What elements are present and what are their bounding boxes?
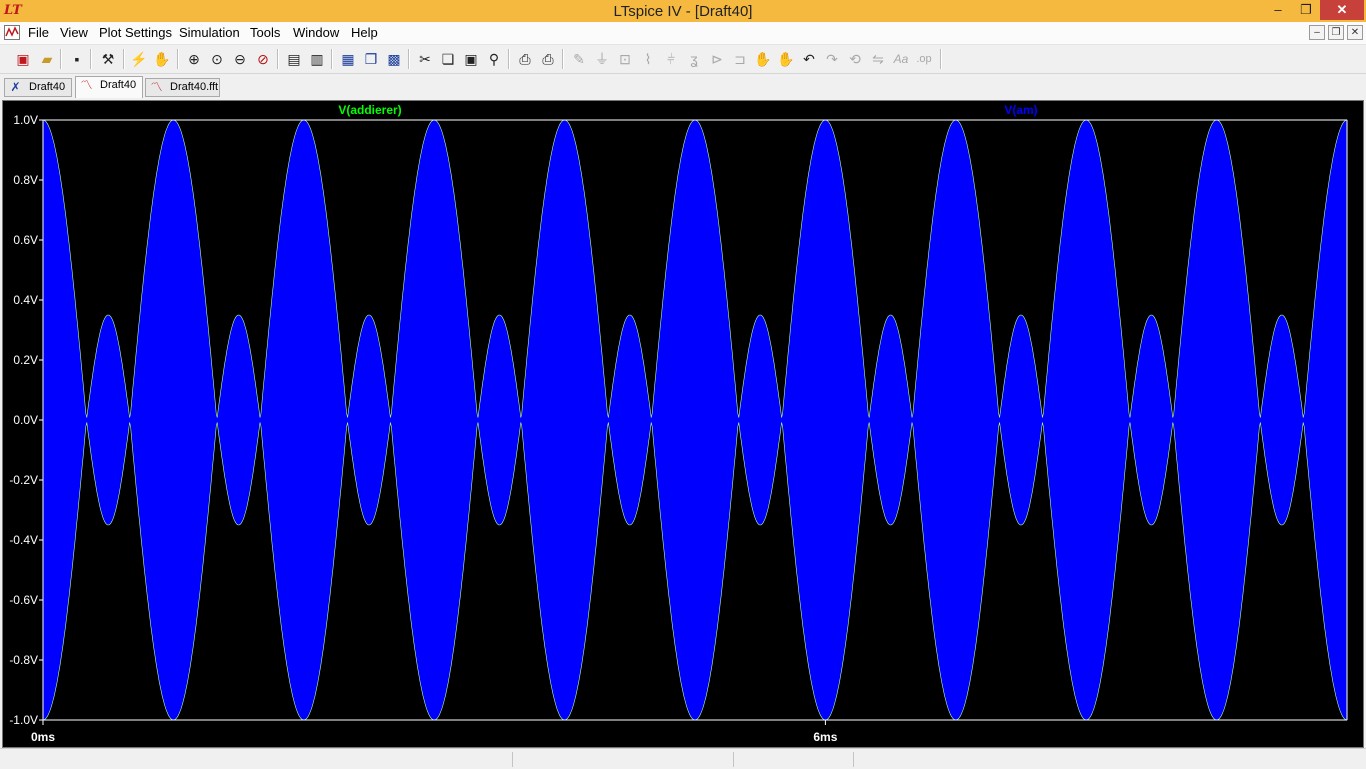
tab-label: Draft40	[100, 79, 137, 91]
menu-plot-settings[interactable]: Plot Settings	[99, 25, 172, 40]
trace-label-addierer[interactable]: V(addierer)	[338, 103, 401, 117]
y-tick-label: -0.2V	[9, 473, 38, 487]
capacitor-icon[interactable]: ⫩	[662, 50, 680, 68]
x-tick-label: 6ms	[813, 730, 837, 744]
print-icon[interactable]: ⎙	[539, 50, 557, 68]
cut-icon[interactable]: ✂	[416, 50, 434, 68]
plot-canvas[interactable]: 1.0V 0.8V 0.6V 0.4V 0.2V 0.0V -0.2V -0.4V -0.6V -…	[3, 101, 1363, 747]
drag-icon[interactable]: ✋	[777, 50, 795, 68]
menu-view[interactable]: View	[60, 25, 88, 40]
resistor-icon[interactable]: ⌇	[639, 50, 657, 68]
redo-icon[interactable]: ↷	[823, 50, 841, 68]
halt-icon[interactable]: ✋	[153, 50, 171, 68]
toolbar: ▣ ▰ ▪ ⚒ ⚡ ✋ ⊕ ⊙ ⊖ ⊘ ▤ ▥ ▦ ❐ ▩ ✂ ❏ ▣ ⚲ ⎙ …	[0, 45, 1366, 74]
inductor-icon[interactable]: ʓ	[685, 50, 703, 68]
find-icon[interactable]: ⚲	[485, 50, 503, 68]
menu-tools[interactable]: Tools	[250, 25, 280, 40]
text-icon[interactable]: Aa	[892, 50, 910, 68]
title-bar: LT LTspice IV - [Draft40] – ❐ ✕	[0, 0, 1366, 22]
tab-label: Draft40	[29, 81, 66, 93]
window-title: LTspice IV - [Draft40]	[613, 3, 753, 20]
waveform-plot[interactable]: 1.0V 0.8V 0.6V 0.4V 0.2V 0.0V -0.2V -0.4V -0.6V -…	[2, 100, 1364, 748]
window-minimize-button[interactable]: –	[1264, 0, 1292, 20]
run-icon[interactable]: ⚡	[130, 50, 148, 68]
menu-help[interactable]: Help	[351, 25, 378, 40]
tab-draft40-waveform[interactable]: 〽 Draft40	[75, 76, 143, 98]
window-restore-button[interactable]: ❐	[1292, 0, 1320, 20]
schematic-tab-icon: ✗	[10, 80, 21, 94]
status-pane	[733, 752, 764, 767]
fft-tab-icon: 〽	[150, 80, 163, 94]
new-schematic-icon[interactable]: ▣	[14, 50, 32, 68]
x-tick-label: 0ms	[31, 730, 55, 744]
status-pane	[853, 752, 884, 767]
waveform-tab-icon: 〽	[80, 78, 93, 92]
menu-bar: File View Plot Settings Simulation Tools…	[0, 22, 1366, 45]
diode-icon[interactable]: ⊳	[708, 50, 726, 68]
open-icon[interactable]: ▰	[38, 50, 56, 68]
status-bar	[0, 748, 1366, 769]
doc-close-button[interactable]: ✕	[1347, 25, 1363, 40]
print-preview-icon[interactable]: ⎙	[516, 50, 534, 68]
cascade-icon[interactable]: ❐	[362, 50, 380, 68]
spice-directive-icon[interactable]: .op	[915, 50, 933, 68]
status-pane	[512, 752, 543, 767]
zoom-cancel-icon[interactable]: ⊘	[254, 50, 272, 68]
undo-icon[interactable]: ↶	[800, 50, 818, 68]
rotate-icon[interactable]: ⟲	[846, 50, 864, 68]
tile-icon[interactable]: ▩	[385, 50, 403, 68]
y-tick-label: -1.0V	[9, 713, 38, 727]
control-panel-icon[interactable]: ⚒	[99, 50, 117, 68]
ground-icon[interactable]: ⏚	[593, 50, 611, 68]
y-tick-label: 0.6V	[13, 233, 38, 247]
window-close-button[interactable]: ✕	[1320, 0, 1364, 20]
tile-horizontal-icon[interactable]: ▦	[339, 50, 357, 68]
y-tick-label: 1.0V	[13, 113, 38, 127]
zoom-out-icon[interactable]: ⊖	[231, 50, 249, 68]
label-net-icon[interactable]: ⊡	[616, 50, 634, 68]
move-icon[interactable]: ✋	[754, 50, 772, 68]
y-tick-label: 0.0V	[13, 413, 38, 427]
y-tick-label: -0.6V	[9, 593, 38, 607]
tab-draft40-fft[interactable]: 〽 Draft40.fft	[145, 78, 220, 97]
document-system-icon[interactable]	[4, 25, 20, 40]
zoom-in-icon[interactable]: ⊕	[185, 50, 203, 68]
mirror-icon[interactable]: ⇋	[869, 50, 887, 68]
menu-file[interactable]: File	[28, 25, 49, 40]
autorange-icon[interactable]: ▤	[285, 50, 303, 68]
trace-label-am[interactable]: V(am)	[1004, 103, 1037, 117]
doc-minimize-button[interactable]: –	[1309, 25, 1325, 40]
y-tick-label: 0.2V	[13, 353, 38, 367]
y-tick-label: 0.4V	[13, 293, 38, 307]
paste-icon[interactable]: ▣	[462, 50, 480, 68]
tab-draft40-schematic[interactable]: ✗ Draft40	[4, 78, 72, 97]
zoom-full-icon[interactable]: ⊙	[208, 50, 226, 68]
manual-limits-icon[interactable]: ▥	[308, 50, 326, 68]
copy-icon[interactable]: ❏	[439, 50, 457, 68]
y-tick-label: -0.8V	[9, 653, 38, 667]
y-tick-label: 0.8V	[13, 173, 38, 187]
save-icon[interactable]: ▪	[68, 50, 86, 68]
document-tabs: ✗ Draft40 〽 Draft40 〽 Draft40.fft	[0, 74, 1366, 98]
wire-icon[interactable]: ✎	[570, 50, 588, 68]
y-tick-label: -0.4V	[9, 533, 38, 547]
doc-restore-button[interactable]: ❐	[1328, 25, 1344, 40]
component-icon[interactable]: ⊐	[731, 50, 749, 68]
menu-simulation[interactable]: Simulation	[179, 25, 240, 40]
menu-window[interactable]: Window	[293, 25, 339, 40]
tab-label: Draft40.fft	[170, 81, 219, 93]
